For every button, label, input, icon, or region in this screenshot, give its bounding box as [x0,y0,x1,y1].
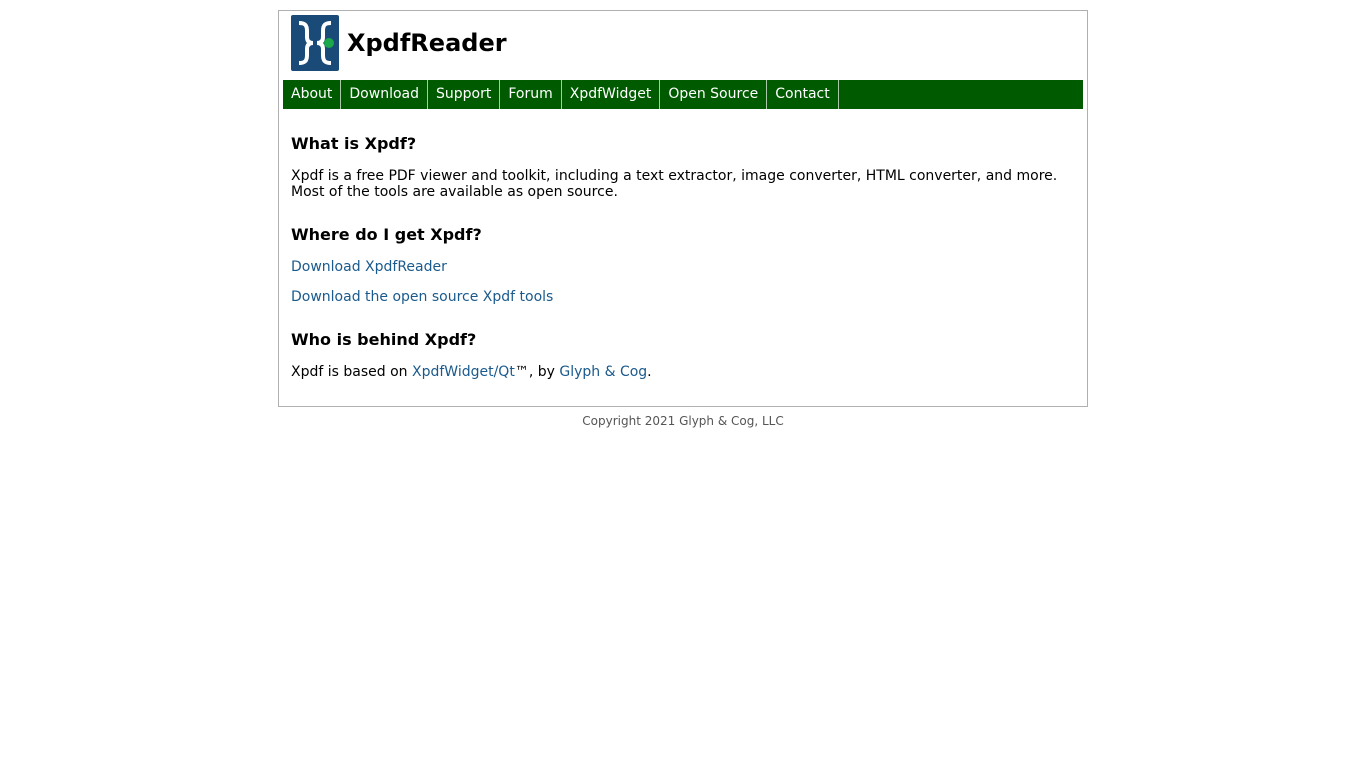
nav-contact[interactable]: Contact [767,80,839,109]
download-reader-paragraph: Download XpdfReader [291,259,1081,275]
footer-copyright: Copyright 2021 Glyph & Cog, LLC [582,414,784,428]
nav-about[interactable]: About [283,80,342,109]
site-header: XpdfReader [291,15,507,71]
nav-support[interactable]: Support [428,80,501,109]
who-heading: Who is behind Xpdf? [291,330,477,349]
download-tools-paragraph: Download the open source Xpdf tools [291,289,1081,305]
nav-open-source[interactable]: Open Source [660,80,768,109]
what-text: Xpdf is a free PDF viewer and toolkit, i… [291,168,1058,200]
nav-forum[interactable]: Forum [500,80,562,109]
who-mid: ™, by [514,364,560,380]
xpdf-logo-icon[interactable] [291,15,339,71]
who-prefix: Xpdf is based on [291,364,412,380]
download-tools-link[interactable]: Download the open source Xpdf tools [291,289,553,305]
what-heading: What is Xpdf? [291,134,417,153]
nav-xpdfwidget[interactable]: XpdfWidget [562,80,661,109]
xpdfwidget-qt-link[interactable]: XpdfWidget/Qt [412,364,515,380]
main-nav: About Download Support Forum XpdfWidget … [283,80,1083,109]
main-content: What is Xpdf? Xpdf is a free PDF viewer … [291,109,1081,380]
nav-download[interactable]: Download [341,80,428,109]
download-reader-link[interactable]: Download XpdfReader [291,259,447,275]
glyph-cog-link[interactable]: Glyph & Cog [559,364,647,380]
where-heading: Where do I get Xpdf? [291,225,482,244]
who-suffix: . [647,364,652,380]
page-frame: XpdfReader About Download Support Forum … [278,10,1088,407]
site-title: XpdfReader [347,29,507,57]
who-text: Xpdf is based on XpdfWidget/Qt™, by Glyp… [291,364,1081,380]
